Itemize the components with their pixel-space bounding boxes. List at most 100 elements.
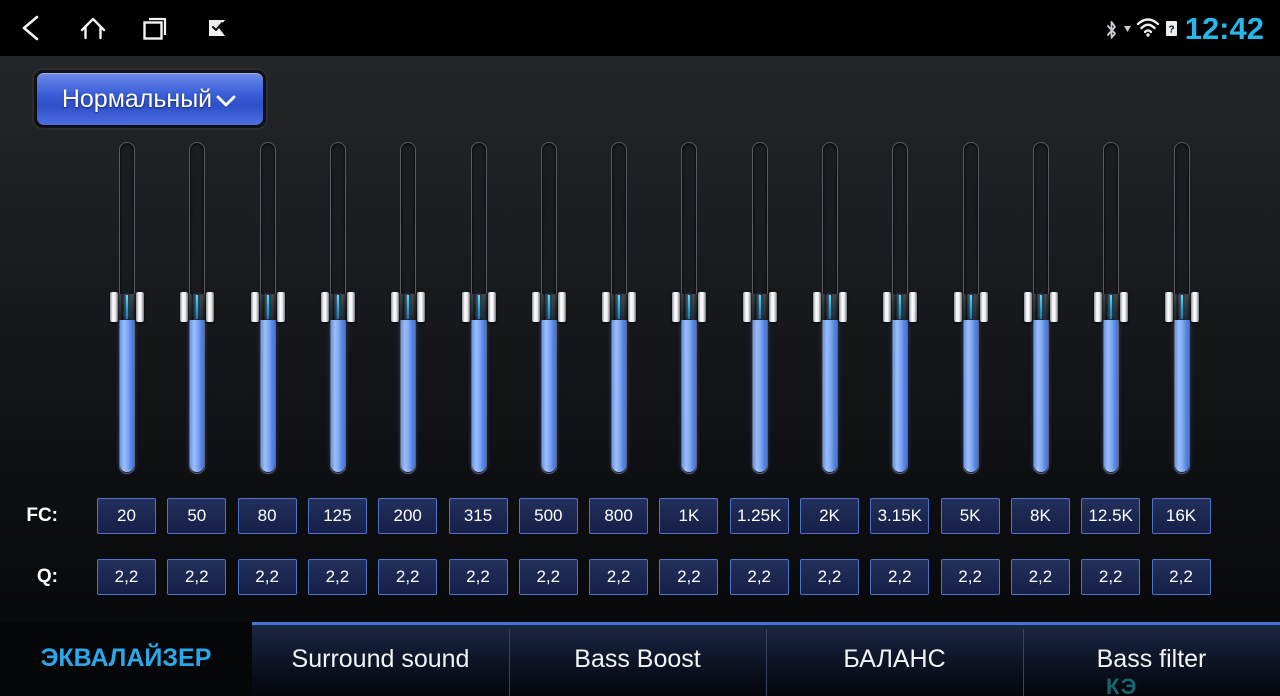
fc-value-box[interactable]: 3.15K [870, 498, 930, 534]
fc-value-box[interactable]: 5K [940, 498, 1000, 534]
q-value-box[interactable]: 2,2 [1151, 559, 1211, 595]
eq-slider-thumb[interactable] [742, 292, 777, 322]
equalizer-slider-group [0, 140, 1280, 476]
fc-value-box[interactable]: 500 [518, 498, 578, 534]
eq-slider-315[interactable] [461, 140, 496, 476]
eq-slider-20[interactable] [110, 140, 144, 476]
fc-value-box[interactable]: 200 [378, 498, 438, 534]
q-value-box[interactable]: 2,2 [800, 559, 859, 595]
tab-surround-sound[interactable]: Surround sound [252, 622, 509, 696]
eq-slider-thumb[interactable] [110, 292, 144, 322]
eq-slider-thumb-cap-left [1023, 292, 1032, 322]
eq-slider-80[interactable] [250, 140, 285, 476]
tab-bass-boost[interactable]: Bass Boost [509, 622, 766, 696]
back-button[interactable] [0, 0, 62, 56]
eq-slider-thumb[interactable] [883, 292, 918, 322]
status-bar-clock: 12:42 [1184, 10, 1264, 46]
fc-value-box[interactable]: 20 [97, 498, 156, 534]
fc-value-box[interactable]: 80 [237, 498, 297, 534]
eq-slider-thumb-indicator [336, 295, 339, 319]
q-value-box[interactable]: 2,2 [1081, 559, 1141, 595]
eq-slider-thumb-indicator [758, 295, 761, 319]
fc-value-box[interactable]: 8K [1010, 498, 1070, 534]
q-value-box[interactable]: 2,2 [97, 559, 156, 595]
eq-slider-thumb-cap-left [531, 292, 540, 322]
q-value-box[interactable]: 2,2 [589, 559, 649, 595]
eq-slider-1k[interactable] [672, 140, 707, 476]
fc-value-box[interactable]: 800 [589, 498, 649, 534]
fc-value-box[interactable]: 1K [659, 498, 719, 534]
q-value-box[interactable]: 2,2 [378, 559, 438, 595]
eq-slider-thumb[interactable] [320, 292, 355, 322]
eq-slider-125[interactable] [320, 140, 355, 476]
wifi-icon [1136, 18, 1159, 37]
q-value-box[interactable]: 2,2 [448, 559, 508, 595]
q-value-box[interactable]: 2,2 [518, 559, 578, 595]
eq-slider-500[interactable] [531, 140, 566, 476]
eq-slider-thumb-indicator [688, 295, 691, 319]
bluetooth-icon [1106, 20, 1116, 39]
eq-slider-thumb-cap-left [953, 292, 962, 322]
eq-slider-thumb-cap-left [672, 292, 681, 322]
q-value-box[interactable]: 2,2 [237, 559, 297, 595]
eq-slider-5k[interactable] [953, 140, 988, 476]
home-button[interactable] [62, 0, 124, 56]
tab-bass-filter[interactable]: Bass filter [1023, 622, 1280, 696]
fc-row-label: FC: [26, 505, 58, 526]
q-value-box[interactable]: 2,2 [307, 559, 367, 595]
eq-slider-3.15k[interactable] [883, 140, 918, 476]
eq-slider-thumb-cap-right [909, 292, 918, 322]
eq-slider-fill [682, 312, 697, 472]
eq-slider-thumb[interactable] [250, 292, 285, 322]
eq-slider-16k[interactable] [1164, 140, 1199, 476]
eq-slider-2k[interactable] [813, 140, 847, 476]
eq-slider-8k[interactable] [1023, 140, 1058, 476]
eq-slider-thumb[interactable] [1164, 292, 1199, 322]
signal-triangle-icon [1123, 26, 1131, 32]
eq-slider-200[interactable] [391, 140, 426, 476]
eq-slider-thumb[interactable] [672, 292, 707, 322]
preset-dropdown-button[interactable]: Нормальный [37, 73, 263, 125]
fc-value-box[interactable]: 50 [167, 498, 227, 534]
eq-slider-800[interactable] [602, 140, 637, 476]
eq-slider-thumb[interactable] [1023, 292, 1058, 322]
eq-slider-50[interactable] [180, 140, 215, 476]
fc-value-box[interactable]: 315 [448, 498, 508, 534]
fc-value-box[interactable]: 16K [1151, 498, 1211, 534]
eq-slider-thumb[interactable] [813, 292, 847, 322]
eq-slider-thumb-indicator [899, 295, 902, 319]
eq-slider-thumb[interactable] [531, 292, 566, 322]
eq-slider-thumb[interactable] [1094, 292, 1129, 322]
q-value-box[interactable]: 2,2 [729, 559, 789, 595]
eq-slider-12.5k[interactable] [1094, 140, 1129, 476]
eq-slider-thumb[interactable] [461, 292, 496, 322]
eq-slider-thumb[interactable] [391, 292, 426, 322]
eq-slider-fill [541, 312, 556, 472]
eq-slider-thumb[interactable] [953, 292, 988, 322]
eq-slider-thumb[interactable] [180, 292, 215, 322]
eq-slider-thumb-indicator [407, 295, 410, 319]
tab-balance[interactable]: БАЛАНС [766, 622, 1023, 696]
tab-equalizer[interactable]: ЭКВАЛАЙЗЕР [0, 622, 252, 696]
eq-slider-thumb-indicator [547, 295, 550, 319]
eq-slider-1.25k[interactable] [742, 140, 777, 476]
eq-slider-thumb-indicator [1110, 295, 1113, 319]
q-value-box[interactable]: 2,2 [870, 559, 930, 595]
recents-button[interactable] [124, 0, 186, 56]
eq-slider-fill [260, 312, 275, 472]
eq-slider-thumb-cap-right [979, 292, 988, 322]
fc-value-box[interactable]: 1.25K [729, 498, 789, 534]
eq-slider-fill [612, 312, 627, 472]
fc-value-box[interactable]: 2K [800, 498, 859, 534]
q-value-box[interactable]: 2,2 [659, 559, 719, 595]
q-value-box[interactable]: 2,2 [940, 559, 1000, 595]
eq-slider-thumb[interactable] [602, 292, 637, 322]
eq-slider-thumb-indicator [969, 295, 972, 319]
eq-slider-fill [120, 312, 134, 472]
q-value-box[interactable]: 2,2 [167, 559, 227, 595]
flag-button[interactable] [186, 0, 248, 56]
fc-value-box[interactable]: 125 [307, 498, 367, 534]
fc-value-box[interactable]: 12.5K [1081, 498, 1141, 534]
q-value-box[interactable]: 2,2 [1010, 559, 1070, 595]
eq-slider-thumb-cap-right [1049, 292, 1058, 322]
